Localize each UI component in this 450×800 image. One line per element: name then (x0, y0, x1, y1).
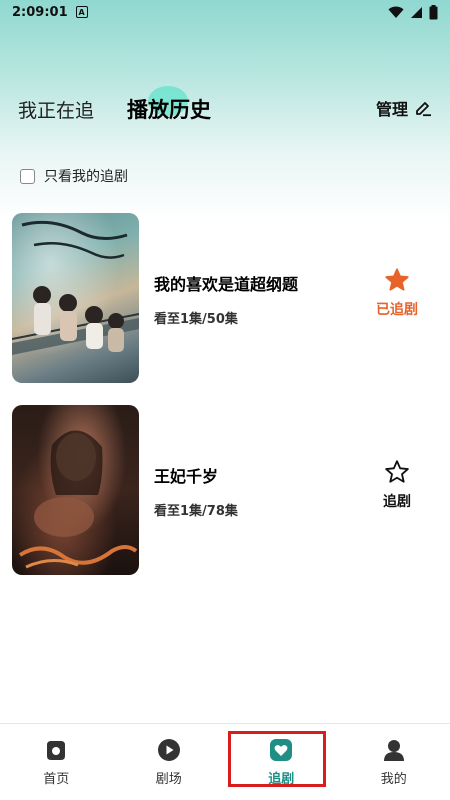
drama-item[interactable]: 我的喜欢是道超纲题 看至1集/50集 已追剧 (12, 213, 438, 383)
heart-icon (270, 739, 293, 761)
manage-button[interactable]: 管理 (376, 96, 432, 120)
followed-button[interactable]: 已追剧 (362, 267, 432, 319)
edit-icon (416, 102, 431, 117)
star-filled-icon (385, 268, 409, 291)
play-icon (157, 739, 180, 761)
notification-icon: A (75, 6, 88, 18)
wifi-icon (388, 6, 404, 18)
tab-following[interactable]: 我正在追 (18, 96, 94, 123)
poster-illustration (18, 430, 138, 569)
follow-label: 追剧 (383, 494, 411, 510)
nav-profile[interactable]: 我的 (338, 724, 450, 800)
nav-follow[interactable]: 追剧 (225, 724, 338, 800)
nav-label: 首页 (43, 772, 70, 787)
drama-poster[interactable] (12, 405, 139, 575)
star-outline-icon (385, 460, 409, 483)
top-bar: 我正在追 播放历史 管理 (0, 84, 450, 134)
drama-title: 王妃千岁 (154, 467, 219, 486)
notification-letter: A (78, 7, 85, 17)
filter-checkbox[interactable] (20, 168, 35, 184)
manage-label: 管理 (375, 100, 408, 119)
nav-label: 剧场 (155, 772, 182, 787)
status-icons (388, 4, 438, 20)
filter-label: 只看我的追剧 (44, 169, 128, 185)
filter-my-follows[interactable]: 只看我的追剧 (20, 166, 128, 186)
follow-button[interactable]: 追剧 (362, 459, 432, 511)
home-icon (47, 741, 66, 760)
drama-poster[interactable] (12, 213, 139, 383)
drama-title: 我的喜欢是道超纲题 (154, 275, 299, 294)
status-bar: 2:09:01 A (0, 0, 450, 24)
drama-progress: 看至1集/78集 (154, 504, 238, 519)
status-time: 2:09:01 (12, 4, 68, 20)
bottom-nav: 首页 剧场 追剧 我的 (0, 723, 450, 800)
drama-item[interactable]: 王妃千岁 看至1集/78集 追剧 (12, 405, 438, 575)
drama-progress: 看至1集/50集 (154, 312, 238, 327)
nav-label: 我的 (380, 772, 407, 787)
nav-home[interactable]: 首页 (0, 724, 113, 800)
tab-history[interactable]: 播放历史 (127, 94, 211, 124)
profile-icon (383, 740, 404, 761)
battery-icon (429, 4, 438, 19)
nav-theater[interactable]: 剧场 (113, 724, 226, 800)
poster-illustration (12, 220, 139, 355)
nav-label: 追剧 (268, 772, 295, 787)
signal-icon (411, 6, 422, 18)
follow-label: 已追剧 (376, 302, 418, 318)
